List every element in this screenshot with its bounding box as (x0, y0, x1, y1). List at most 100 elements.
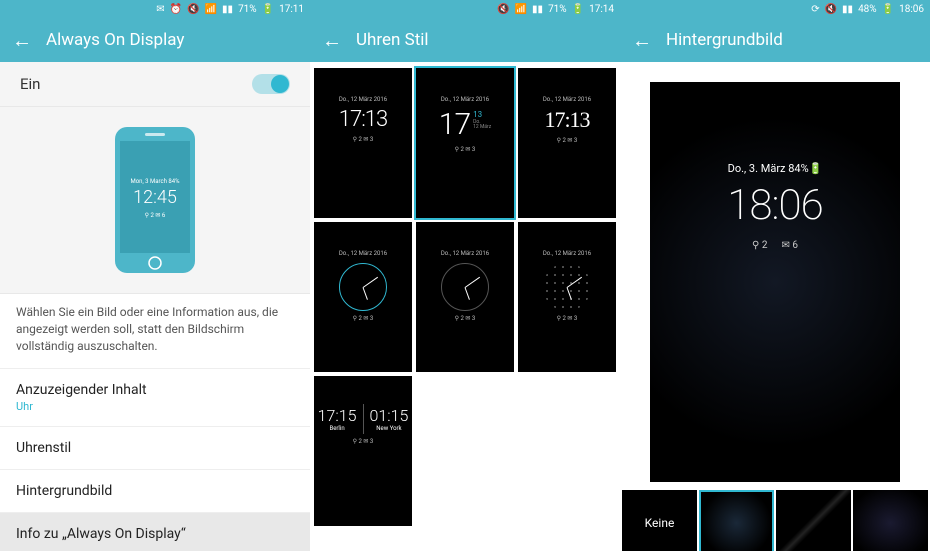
wifi-icon: 📶 (515, 4, 527, 15)
item-title: Hintergrundbild (16, 483, 294, 499)
battery-icon: 🔋 (262, 4, 274, 15)
mute-icon: 🔇 (497, 4, 509, 15)
thumb-notif: ⚲ 2 ✉ 3 (353, 438, 374, 445)
item-content-to-show[interactable]: Anzuzeigender Inhalt Uhr (0, 368, 310, 426)
svg-text:Mon, 3 March 84%: Mon, 3 March 84% (130, 178, 180, 185)
phone-preview: Do., 3. März 84%🔋 18:06 ⚲ 2 ✉ 6 (650, 82, 900, 482)
phone-illustration-icon: Mon, 3 March 84% 12:45 ⚲ 2 ✉ 6 (110, 125, 200, 275)
clock-thumb-analog-1[interactable]: Do., 12 März 2016 ⚲ 2 ✉ 3 (314, 222, 412, 372)
missed-calls-icon: ⚲ 2 (752, 240, 767, 251)
mail-count-icon: ✉ 6 (781, 240, 797, 251)
panel-background: ⟳ 🔇 ▮▮ 48% 🔋 18:06 ← Hintergrundbild Do.… (620, 0, 930, 551)
status-bar: 🔇 📶 ▮▮ 71% 🔋 17:14 (310, 0, 620, 18)
svg-text:12:45: 12:45 (133, 187, 177, 208)
signal-icon: ▮▮ (222, 4, 233, 15)
clock-thumb-digital-3[interactable]: Do., 12 März 2016 17:13 ⚲ 2 ✉ 3 (518, 68, 616, 218)
description-text: Wählen Sie ein Bild oder eine Informatio… (0, 294, 310, 368)
page-title: Uhren Stil (356, 30, 429, 50)
back-icon[interactable]: ← (322, 28, 342, 53)
wallpaper-thumb-4[interactable] (853, 490, 928, 551)
header: ← Always On Display (0, 18, 310, 62)
item-title: Anzuzeigender Inhalt (16, 382, 294, 398)
dual-clock: 17:15 Berlin 01:15 New York (318, 404, 409, 434)
item-about[interactable]: Info zu „Always On Display“ (0, 512, 310, 551)
wallpaper-none[interactable]: Keine (622, 490, 697, 551)
wallpaper-none-label: Keine (645, 516, 675, 530)
toggle-label: Ein (20, 75, 40, 93)
sync-icon: ⟳ (811, 4, 819, 15)
thumb-hours: 17 (439, 107, 470, 142)
preview-area: Mon, 3 March 84% 12:45 ⚲ 2 ✉ 6 (0, 107, 310, 294)
mail-icon: ✉ (156, 4, 164, 15)
thumb-date: Do., 12 März 2016 (339, 250, 387, 257)
preview-date: Do., 3. März 84%🔋 (728, 162, 823, 175)
item-title: Uhrenstil (16, 440, 294, 456)
wallpaper-strip: Keine (620, 490, 930, 551)
dual-city-a: Berlin (318, 425, 357, 432)
status-bar: ⟳ 🔇 ▮▮ 48% 🔋 18:06 (620, 0, 930, 18)
preview-notifications: ⚲ 2 ✉ 6 (752, 240, 798, 251)
page-title: Always On Display (46, 30, 184, 50)
back-icon[interactable]: ← (12, 28, 32, 53)
clock-thumb-digital-1[interactable]: Do., 12 März 2016 17:13 ⚲ 2 ✉ 3 (314, 68, 412, 218)
page-title: Hintergrundbild (666, 30, 783, 50)
battery-icon: 🔋 (882, 4, 894, 15)
header: ← Uhren Stil (310, 18, 620, 62)
analog-clock-icon (441, 263, 489, 311)
toggle-knob (271, 75, 289, 93)
svg-text:⚲ 2 ✉ 6: ⚲ 2 ✉ 6 (145, 212, 166, 219)
analog-clock-icon (543, 263, 591, 311)
battery-pct: 48% (858, 4, 877, 15)
analog-clock-icon (339, 263, 387, 311)
dual-city-b: New York (370, 425, 409, 432)
status-time: 17:14 (589, 4, 614, 15)
master-toggle-row[interactable]: Ein (0, 62, 310, 107)
wallpaper-thumb-2[interactable] (699, 490, 774, 551)
wallpaper-thumb-3[interactable] (776, 490, 851, 551)
background-preview: Do., 3. März 84%🔋 18:06 ⚲ 2 ✉ 6 (620, 62, 930, 490)
panel-always-on-display: ✉ ⏰ 🔇 📶 ▮▮ 71% 🔋 17:11 ← Always On Displ… (0, 0, 310, 551)
signal-icon: ▮▮ (532, 4, 543, 15)
signal-icon: ▮▮ (842, 4, 853, 15)
back-icon[interactable]: ← (632, 28, 652, 53)
wifi-icon: 📶 (205, 4, 217, 15)
thumb-date: Do., 12 März 2016 (441, 250, 489, 257)
clock-style-grid: Do., 12 März 2016 17:13 ⚲ 2 ✉ 3 Do., 12 … (310, 62, 620, 532)
preview-time: 18:06 (727, 181, 822, 230)
thumb-date: Do., 12 März 2016 (441, 96, 489, 103)
battery-pct: 71% (548, 4, 567, 15)
mute-icon: 🔇 (825, 4, 837, 15)
clock-thumb-digital-2[interactable]: Do., 12 März 2016 17 13 Do.12 März ⚲ 2 ✉… (416, 68, 514, 218)
thumb-date: Do., 12 März 2016 (339, 96, 387, 103)
thumb-notif: ⚲ 2 ✉ 3 (455, 146, 476, 153)
thumb-time: 17:13 (544, 107, 589, 133)
thumb-date: Do., 12 März 2016 (543, 250, 591, 257)
thumb-notif: ⚲ 2 ✉ 3 (353, 315, 374, 322)
mute-icon: 🔇 (187, 4, 199, 15)
clock-thumb-analog-2[interactable]: Do., 12 März 2016 ⚲ 2 ✉ 3 (416, 222, 514, 372)
clock-thumb-dual[interactable]: 17:15 Berlin 01:15 New York ⚲ 2 ✉ 3 (314, 376, 412, 526)
panel-clock-style: 🔇 📶 ▮▮ 71% 🔋 17:14 ← Uhren Stil Do., 12 … (310, 0, 620, 551)
alarm-icon: ⏰ (170, 4, 182, 15)
thumb-date: Do., 12 März 2016 (543, 96, 591, 103)
clock-thumb-analog-3[interactable]: Do., 12 März 2016 ⚲ 2 ✉ 3 (518, 222, 616, 372)
thumb-time: 17:13 (339, 107, 387, 132)
status-bar: ✉ ⏰ 🔇 📶 ▮▮ 71% 🔋 17:11 (0, 0, 310, 18)
item-title: Info zu „Always On Display“ (16, 526, 294, 542)
dual-time-a: 17:15 (318, 406, 357, 425)
toggle-switch[interactable] (252, 74, 290, 94)
dual-time-b: 01:15 (370, 406, 409, 425)
separator (363, 404, 364, 434)
battery-pct: 71% (238, 4, 257, 15)
item-background[interactable]: Hintergrundbild (0, 469, 310, 512)
thumb-notif: ⚲ 2 ✉ 3 (455, 315, 476, 322)
status-time: 18:06 (899, 4, 924, 15)
battery-icon: 🔋 (572, 4, 584, 15)
thumb-notif: ⚲ 2 ✉ 3 (557, 315, 578, 322)
thumb-notif: ⚲ 2 ✉ 3 (353, 136, 374, 143)
header: ← Hintergrundbild (620, 18, 930, 62)
thumb-date-side: Do.12 März (473, 120, 491, 131)
thumb-notif: ⚲ 2 ✉ 3 (557, 137, 578, 144)
item-clock-style[interactable]: Uhrenstil (0, 426, 310, 469)
status-time: 17:11 (279, 4, 304, 15)
